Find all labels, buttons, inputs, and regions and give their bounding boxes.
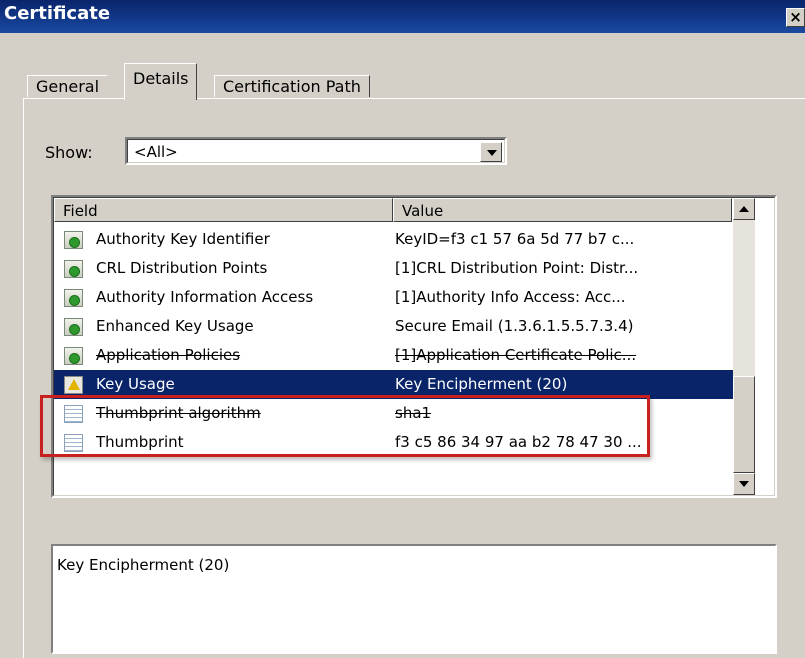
list-row[interactable]: Enhanced Key Usage Secure Email (1.3.6.1…	[54, 312, 733, 341]
list-row[interactable]: Authority Key Identifier KeyID=f3 c1 57 …	[54, 225, 733, 254]
close-button[interactable]: ×	[786, 8, 805, 27]
show-dropdown-value: <All>	[134, 143, 178, 161]
field-name: Thumbprint algorithm	[96, 404, 261, 422]
field-value: sha1	[395, 404, 432, 422]
field-value: f3 c5 86 34 97 aa b2 78 47 30 ...	[395, 433, 642, 451]
show-label: Show:	[45, 143, 93, 162]
document-icon	[64, 405, 83, 423]
warning-icon	[64, 376, 83, 394]
cert-extension-icon	[64, 347, 83, 365]
tab-details[interactable]: Details	[124, 63, 198, 100]
list-row[interactable]: Thumbprint f3 c5 86 34 97 aa b2 78 47 30…	[54, 428, 733, 457]
show-dropdown[interactable]: <All>	[125, 137, 507, 165]
field-name: Thumbprint	[96, 433, 184, 451]
field-name: Authority Information Access	[96, 288, 314, 306]
list-row[interactable]: CRL Distribution Points [1]CRL Distribut…	[54, 254, 733, 283]
cert-extension-icon	[64, 260, 83, 278]
vertical-scrollbar[interactable]	[733, 198, 755, 495]
close-icon: ×	[789, 8, 802, 26]
scrollbar-thumb[interactable]	[733, 376, 755, 473]
tab-general[interactable]: General	[27, 75, 108, 97]
list-row[interactable]: Thumbprint algorithm sha1	[54, 399, 733, 428]
window-title: Certificate	[4, 3, 111, 24]
list-row[interactable]: Application Policies [1]Application Cert…	[54, 341, 733, 370]
field-name: Enhanced Key Usage	[96, 317, 254, 335]
fields-listview[interactable]: Field Value Authority Key Identifier Key…	[51, 195, 777, 498]
cert-extension-icon	[64, 231, 83, 249]
column-header-field[interactable]: Field	[54, 198, 393, 222]
title-bar: Certificate ×	[0, 0, 805, 33]
scroll-down-icon[interactable]	[733, 473, 755, 495]
field-name: CRL Distribution Points	[96, 259, 268, 277]
field-name: Authority Key Identifier	[96, 230, 270, 248]
document-icon	[64, 434, 83, 452]
field-value: KeyID=f3 c1 57 6a 5d 77 b7 c...	[395, 230, 635, 248]
field-name: Key Usage	[96, 375, 175, 393]
tab-certification-path[interactable]: Certification Path	[214, 75, 370, 97]
field-value: Secure Email (1.3.6.1.5.5.7.3.4)	[395, 317, 634, 335]
field-detail-textbox[interactable]: Key Encipherment (20)	[51, 544, 777, 654]
column-header-value[interactable]: Value	[393, 198, 732, 222]
field-value: [1]Application Certificate Polic...	[395, 346, 637, 364]
chevron-down-icon[interactable]	[480, 142, 502, 162]
field-detail-text: Key Encipherment (20)	[57, 556, 230, 574]
cert-extension-icon	[64, 318, 83, 336]
field-value: [1]Authority Info Access: Acc...	[395, 288, 626, 306]
field-name: Application Policies	[96, 346, 241, 364]
field-value: Key Encipherment (20)	[395, 375, 568, 393]
field-value: [1]CRL Distribution Point: Distr...	[395, 259, 639, 277]
scroll-up-icon[interactable]	[733, 198, 755, 220]
cert-extension-icon	[64, 289, 83, 307]
list-row[interactable]: Authority Information Access [1]Authorit…	[54, 283, 733, 312]
list-row-selected[interactable]: Key Usage Key Encipherment (20)	[54, 370, 733, 399]
